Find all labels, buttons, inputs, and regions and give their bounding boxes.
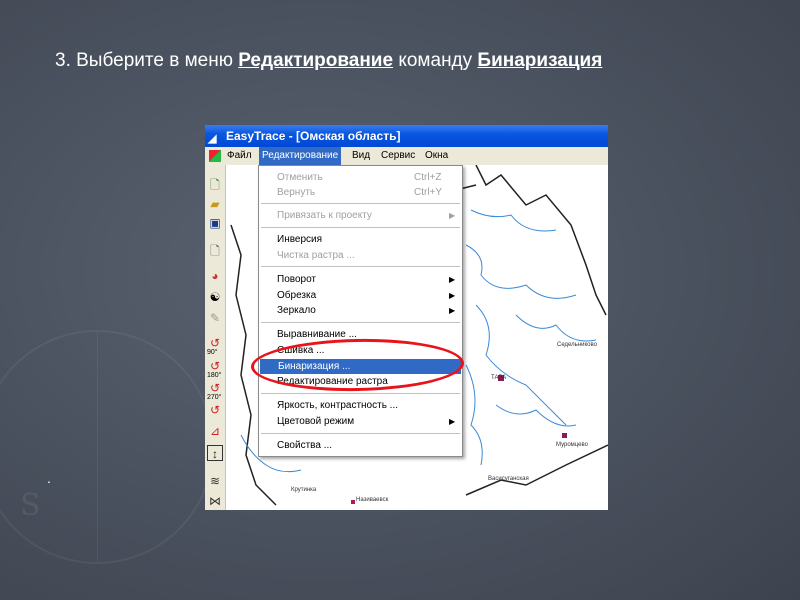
menu-item-shortcut: Ctrl+Y (414, 187, 443, 198)
equalize-icon[interactable]: ≋ (207, 473, 223, 489)
map-label: ТАРА (491, 375, 507, 381)
menu-item-attach-to-project[interactable]: Привязать к проекту ▶ (259, 208, 462, 223)
slide-instruction: 3. Выберите в меню Редактирование команд… (55, 50, 602, 72)
instruction-middle: команду (393, 50, 478, 71)
instruction-prefix: 3. Выберите в меню (55, 50, 239, 71)
menu-service[interactable]: Сервис (378, 147, 418, 165)
bullet-point: . (47, 470, 51, 486)
compass-watermark (0, 330, 214, 564)
open-folder-icon[interactable]: ▰ (207, 196, 223, 212)
rotate-180-icon[interactable]: ↺ 180° (207, 358, 223, 379)
menu-item-label: Поворот (277, 274, 316, 285)
submenu-arrow-icon: ▶ (449, 211, 456, 220)
stitch-icon[interactable]: ⋈ (207, 493, 223, 509)
menu-separator (261, 203, 460, 204)
window-title: EasyTrace - [Омская область] (226, 129, 401, 143)
menu-item-inversion[interactable]: Инверсия (259, 232, 462, 247)
menu-edit[interactable]: Редактирование (259, 147, 342, 165)
menu-item-label: Чистка растра ... (277, 250, 355, 261)
menu-item-label: Отменить (277, 172, 323, 183)
color-palette-icon[interactable]: ◕ (207, 268, 223, 284)
window-titlebar[interactable]: ◢ EasyTrace - [Омская область] (205, 125, 608, 147)
submenu-arrow-icon: ▶ (449, 417, 456, 426)
menu-item-raster-cleanup[interactable]: Чистка растра ... (259, 248, 462, 263)
rotate-270-icon[interactable]: ↺ 270° (207, 380, 223, 401)
menu-item-label: Яркость, контрастность ... (277, 400, 399, 411)
instruction-command-name: Бинаризация (477, 50, 603, 71)
menu-item-label: Вернуть (277, 187, 316, 198)
menu-item-color-mode[interactable]: Цветовой режим ▶ (259, 414, 462, 429)
yin-yang-icon[interactable]: ☯ (207, 289, 223, 305)
menu-item-shortcut: Ctrl+Z (414, 172, 442, 183)
menu-file[interactable]: Файл (224, 147, 255, 165)
map-label: Крутинка (291, 487, 317, 493)
left-toolbar: 🗋 ▰ ▣ 🗋 ◕ ☯ ✎ ↺ 90° ↺ 180° ↺ 270° ↺ ⊿ ↕ ≋ ⋈ (205, 165, 226, 510)
compass-letter-watermark: S (20, 488, 41, 523)
menu-separator (261, 433, 460, 434)
instruction-menu-name: Редактирование (238, 50, 394, 71)
rotate-free-icon[interactable]: ↺ (207, 402, 223, 418)
menu-view[interactable]: Вид (349, 147, 373, 165)
save-icon[interactable]: ▣ (207, 215, 223, 231)
menu-item-label: Свойства ... (277, 440, 333, 451)
menu-item-brightness-contrast[interactable]: Яркость, контрастность ... (259, 398, 462, 413)
menu-item-redo[interactable]: Вернуть Ctrl+Y (259, 185, 462, 200)
height-icon[interactable]: ↕ (207, 445, 223, 461)
rotate-90-icon[interactable]: ↺ 90° (207, 335, 223, 356)
submenu-arrow-icon: ▶ (449, 306, 456, 315)
new-raster-icon[interactable]: 🗋 (207, 243, 223, 259)
disabled-tool-icon[interactable]: ✎ (207, 310, 223, 326)
menu-item-mirror[interactable]: Зеркало ▶ (259, 303, 462, 318)
menu-separator (261, 227, 460, 228)
map-label: Називаевск (356, 497, 389, 503)
menu-separator (261, 393, 460, 394)
menu-item-label: Обрезка (277, 290, 317, 301)
menu-item-label: Инверсия (277, 234, 323, 245)
map-label: Муромцево (556, 442, 588, 448)
menu-item-properties[interactable]: Свойства ... (259, 438, 462, 453)
menu-item-label: Зеркало (277, 305, 316, 316)
submenu-arrow-icon: ▶ (449, 275, 456, 284)
menu-separator (261, 322, 460, 323)
map-label: Васисуганская (488, 476, 529, 482)
document-logo-icon[interactable] (209, 150, 221, 162)
menu-item-label: Привязать к проекту (277, 210, 372, 221)
menu-item-label: Цветовой режим (277, 416, 355, 427)
angle-icon[interactable]: ⊿ (207, 423, 223, 439)
menu-separator (261, 266, 460, 267)
menu-item-rotate[interactable]: Поворот ▶ (259, 272, 462, 287)
edit-dropdown-menu: Отменить Ctrl+Z Вернуть Ctrl+Y Привязать… (258, 165, 463, 457)
new-file-icon[interactable]: 🗋 (207, 177, 223, 193)
menu-bar: Файл Редактирование Вид Сервис Окна (205, 147, 608, 165)
map-label: Седельниково (557, 342, 597, 348)
menu-windows[interactable]: Окна (422, 147, 451, 165)
submenu-arrow-icon: ▶ (449, 291, 456, 300)
menu-item-undo[interactable]: Отменить Ctrl+Z (259, 170, 462, 185)
menu-item-crop[interactable]: Обрезка ▶ (259, 288, 462, 303)
